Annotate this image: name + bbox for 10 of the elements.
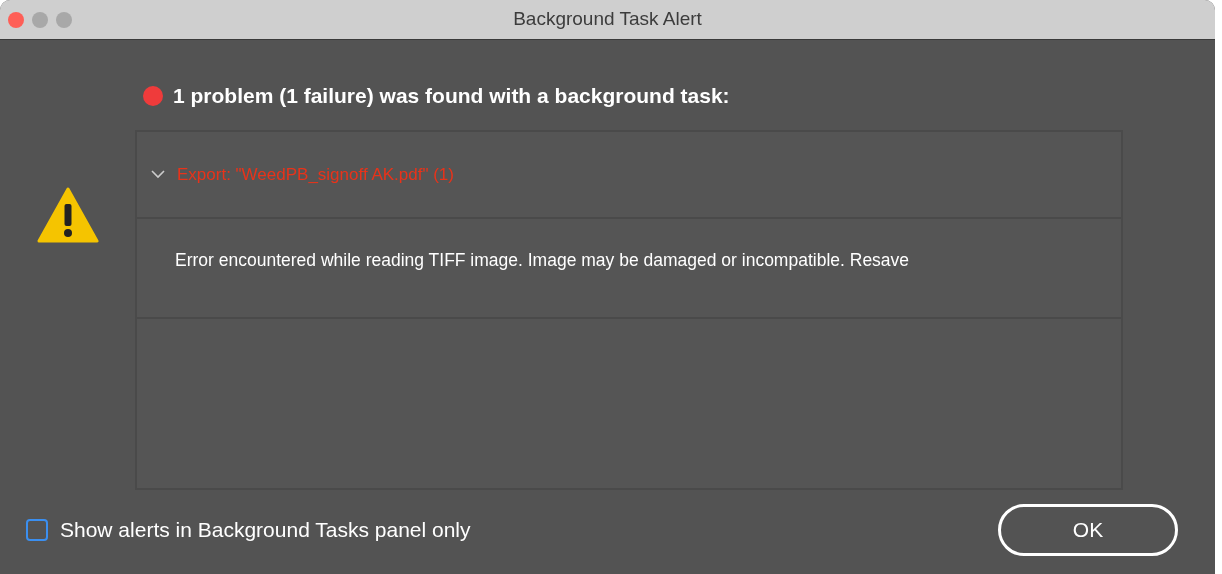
ok-button[interactable]: OK [998, 504, 1178, 556]
summary-text: 1 problem (1 failure) was found with a background task: [173, 83, 730, 110]
alerts-option-checkbox[interactable]: Show alerts in Background Tasks panel only [26, 514, 471, 546]
close-button[interactable] [8, 12, 24, 28]
chevron-down-icon[interactable] [151, 170, 165, 179]
warning-icon [36, 187, 99, 243]
minimize-button[interactable] [32, 12, 48, 28]
window-title: Background Task Alert [513, 7, 702, 32]
zoom-button[interactable] [56, 12, 72, 28]
error-message: Error encountered while reading TIFF image. Image may be damaged or incompatible. Resave [175, 250, 910, 270]
